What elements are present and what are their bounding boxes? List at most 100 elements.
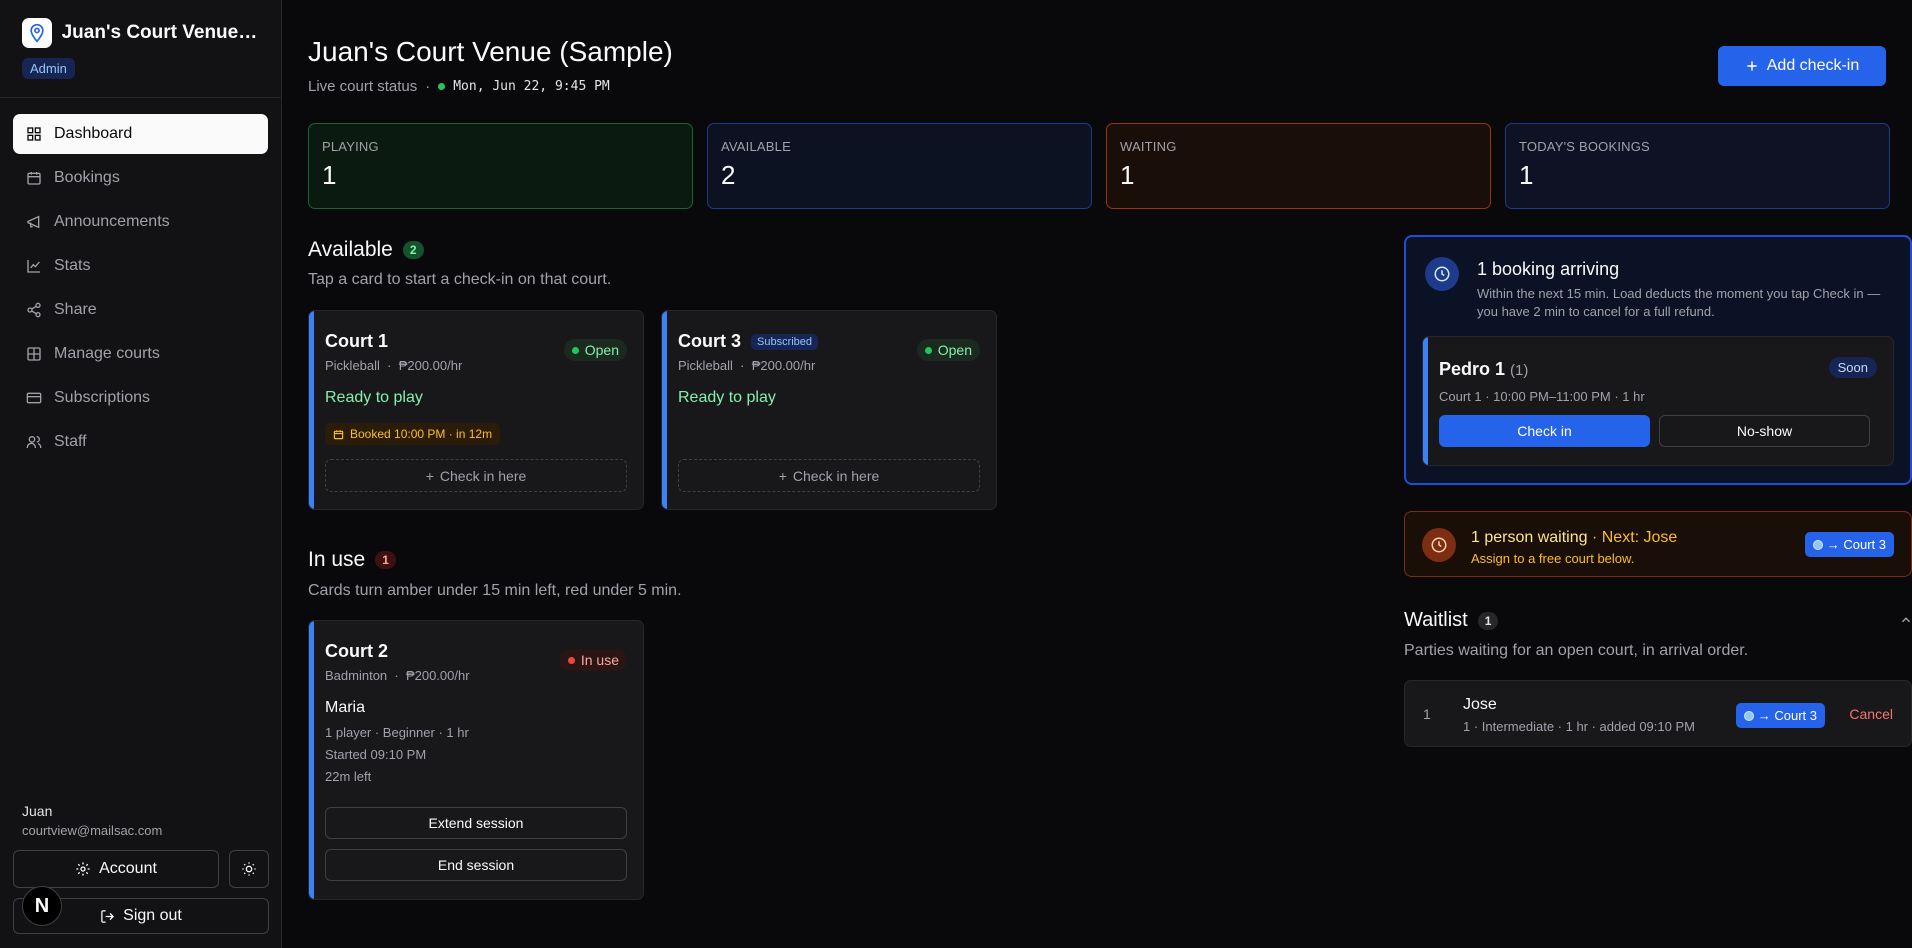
- brand: Juan's Court Venue (Sample): [0, 0, 281, 48]
- court-sport: Pickleball: [678, 358, 733, 373]
- time-left: 22m left: [325, 769, 372, 784]
- main-content: Juan's Court Venue (Sample) Live court s…: [282, 0, 1912, 948]
- check-in-here-button[interactable]: + Check in here: [325, 459, 627, 492]
- court-card-court-2[interactable]: Court 2 Badminton · ₱200.00/hr In use Ma…: [308, 620, 644, 900]
- user-info: Juan courtview@mailsac.com: [22, 803, 162, 838]
- end-session-button[interactable]: End session: [325, 849, 627, 881]
- live-status-line: Live court status · Mon, Jun 22, 9:45 PM: [308, 78, 610, 95]
- booking-arriving-panel: 1 booking arriving Within the next 15 mi…: [1404, 235, 1912, 485]
- role-badge: Admin: [22, 58, 75, 79]
- check-in-button[interactable]: Check in: [1439, 415, 1650, 447]
- chevron-up-icon[interactable]: [1899, 613, 1912, 627]
- card-icon: [26, 392, 42, 404]
- waiting-count: 1 person waiting: [1471, 529, 1588, 546]
- add-check-in-button[interactable]: Add check-in: [1718, 46, 1886, 86]
- sidebar-item-staff[interactable]: Staff: [13, 422, 268, 462]
- sidebar-item-label: Subscriptions: [54, 389, 151, 406]
- available-heading: Available 2: [308, 238, 424, 262]
- sidebar-nav: Dashboard Bookings Announcements Stats S…: [0, 98, 281, 462]
- check-in-here-label: Check in here: [439, 467, 527, 484]
- sidebar-item-label: Dashboard: [54, 125, 133, 142]
- in-use-count-badge: 1: [375, 551, 396, 569]
- waitlist-heading: Waitlist 1: [1404, 609, 1499, 632]
- status-badge: Open: [563, 339, 627, 361]
- stats-row: PLAYING 1 AVAILABLE 2 WAITING 1 TODAY'S …: [308, 123, 1890, 209]
- stat-playing: PLAYING 1: [308, 123, 693, 209]
- extend-session-button[interactable]: Extend session: [325, 807, 627, 839]
- sidebar-item-announcements[interactable]: Announcements: [13, 202, 268, 242]
- waiting-title: 1 person waiting · Next: Jose: [1471, 529, 1677, 547]
- sidebar-item-label: Share: [54, 301, 97, 318]
- court-sport: Badminton: [325, 668, 388, 683]
- subscribed-badge: Subscribed: [751, 333, 819, 350]
- dashboard-icon: [27, 127, 41, 141]
- status-dot: [924, 346, 932, 354]
- assign-court-label: → Court 3: [1757, 708, 1817, 723]
- check-in-here-label: Check in here: [792, 467, 880, 484]
- booking-name: Pedro 1 (1): [1439, 359, 1528, 380]
- booked-text: Booked 10:00 PM · in 12m: [350, 427, 493, 441]
- sidebar-item-label: Manage courts: [54, 345, 160, 362]
- venue-logo-icon: [22, 18, 52, 48]
- card-accent: [1423, 337, 1428, 465]
- separator: ·: [425, 78, 431, 95]
- megaphone-icon: [27, 215, 40, 229]
- no-show-button[interactable]: No-show: [1659, 415, 1870, 447]
- theme-toggle-button[interactable]: [229, 850, 269, 888]
- logout-icon: [101, 909, 115, 923]
- in-use-description: Cards turn amber under 15 min left, red …: [308, 582, 682, 599]
- waiting-description: Assign to a free court below.: [1471, 551, 1635, 566]
- clock-icon: [1425, 257, 1459, 291]
- add-check-in-label: Add check-in: [1766, 57, 1860, 74]
- assign-court-3-button[interactable]: → Court 3: [1804, 532, 1894, 557]
- sidebar-item-dashboard[interactable]: Dashboard: [13, 114, 268, 154]
- court-meta: Badminton · ₱200.00/hr: [325, 668, 470, 683]
- sidebar-item-manage-courts[interactable]: Manage courts: [13, 334, 268, 374]
- plus-icon: +: [778, 467, 787, 484]
- court-dot-icon: [1743, 710, 1754, 721]
- user-name: Juan: [22, 803, 53, 819]
- ready-status: Ready to play: [325, 389, 423, 406]
- current-datetime: Mon, Jun 22, 9:45 PM: [453, 79, 610, 94]
- arriving-description: Within the next 15 min. Load deducts the…: [1477, 286, 1881, 319]
- party-size: (1): [1510, 362, 1529, 379]
- stat-value: 1: [1120, 160, 1135, 190]
- assign-court-3-button[interactable]: → Court 3: [1735, 703, 1825, 728]
- arriving-booking-card: Pedro 1 (1) Court 1 · 10:00 PM–11:00 PM …: [1422, 336, 1894, 466]
- session-started: Started 09:10 PM: [325, 747, 427, 762]
- waitlist-row: 1 Jose 1 · Intermediate · 1 hr · added 0…: [1404, 680, 1912, 747]
- n-badge[interactable]: N: [22, 886, 62, 926]
- live-status-label: Live court status: [308, 78, 418, 95]
- card-accent: [309, 621, 314, 899]
- user-email: courtview@mailsac.com: [22, 823, 163, 838]
- check-in-here-button[interactable]: + Check in here: [678, 459, 980, 492]
- card-accent: [309, 311, 314, 509]
- chart-icon: [27, 260, 40, 273]
- court-meta: Pickleball · ₱200.00/hr: [678, 358, 816, 373]
- court-name: Court 1: [325, 331, 388, 352]
- status-badge: Open: [916, 339, 980, 361]
- court-card-court-1[interactable]: Court 1 Pickleball · ₱200.00/hr Open Rea…: [308, 310, 644, 510]
- in-use-title: In use: [308, 548, 366, 571]
- sun-icon: [242, 862, 256, 876]
- court-dot-icon: [1812, 539, 1823, 550]
- calendar-icon: [333, 429, 344, 439]
- stat-label: WAITING: [1120, 139, 1177, 154]
- sidebar-item-bookings[interactable]: Bookings: [13, 158, 268, 198]
- status-text: Open: [584, 342, 619, 358]
- sidebar-item-subscriptions[interactable]: Subscriptions: [13, 378, 268, 418]
- stat-available: AVAILABLE 2: [707, 123, 1092, 209]
- waitlist-party-meta: 1 · Intermediate · 1 hr · added 09:10 PM: [1463, 719, 1695, 734]
- account-button[interactable]: Account: [13, 850, 219, 888]
- status-badge: In use: [559, 649, 627, 671]
- sidebar-item-stats[interactable]: Stats: [13, 246, 268, 286]
- waitlist-description: Parties waiting for an open court, in ar…: [1404, 642, 1749, 659]
- sidebar-item-label: Bookings: [54, 169, 120, 186]
- cancel-waitlist-button[interactable]: Cancel: [1849, 706, 1893, 722]
- stat-value: 1: [322, 160, 337, 190]
- in-use-heading: In use 1: [308, 548, 396, 572]
- sidebar-item-share[interactable]: Share: [13, 290, 268, 330]
- next-party: · Next: Jose: [1587, 529, 1678, 546]
- court-card-court-3[interactable]: Court 3 Subscribed Pickleball · ₱200.00/h…: [661, 310, 997, 510]
- court-rate: ₱200.00/hr: [751, 358, 816, 373]
